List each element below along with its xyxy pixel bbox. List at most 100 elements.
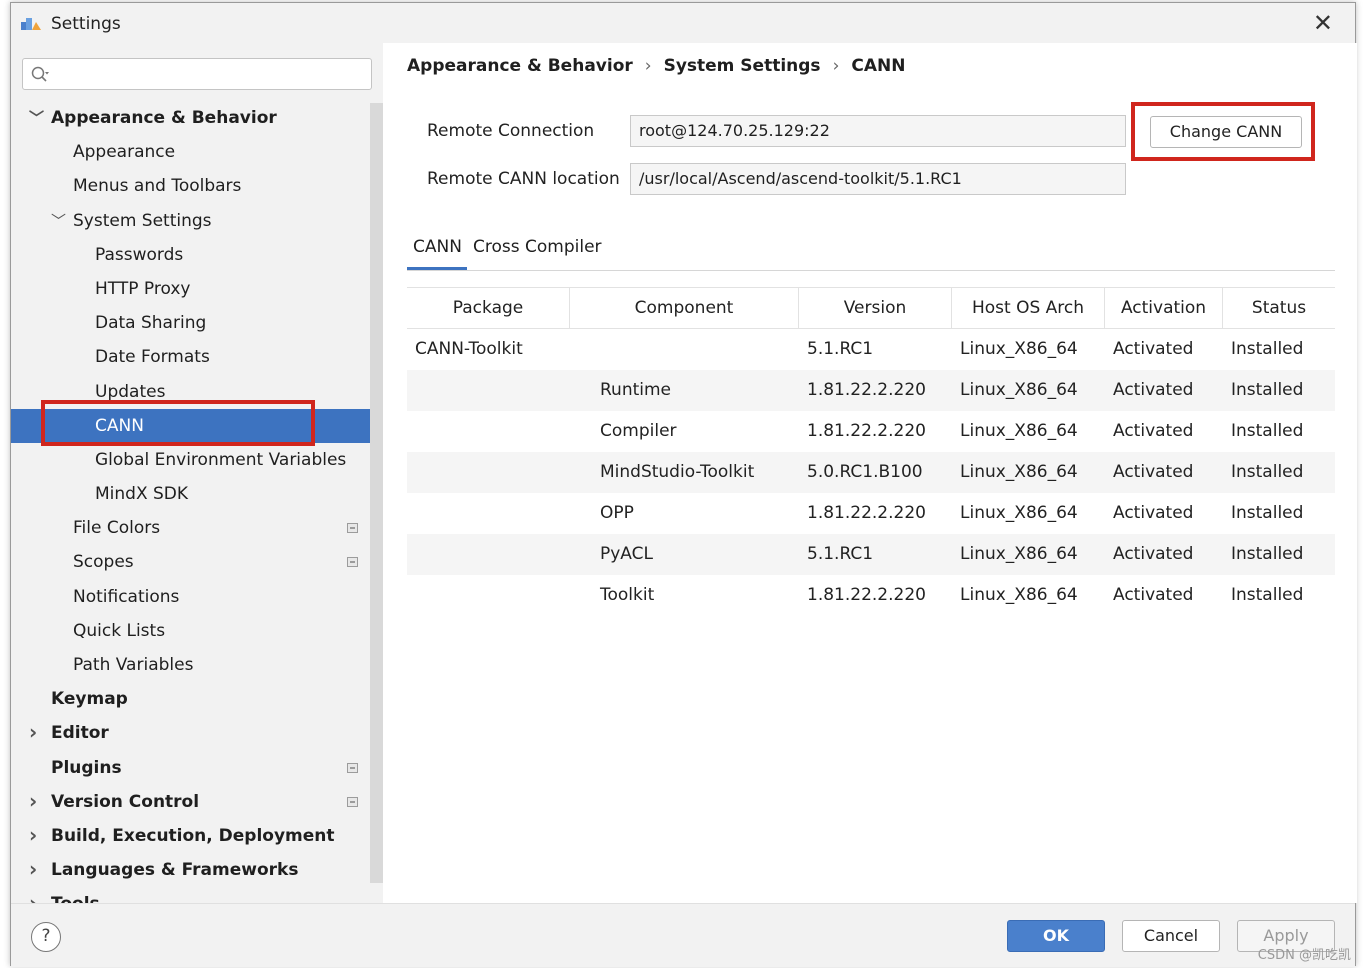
sidebar-item-plugins[interactable]: Plugins	[11, 751, 369, 785]
sidebar-item-mindx-sdk[interactable]: MindX SDK	[11, 477, 369, 511]
breadcrumb-separator: ›	[644, 56, 652, 76]
column-header[interactable]: Package	[407, 288, 570, 328]
table-row[interactable]: PyACL 5.1.RC1 Linux_X86_64 Activated Install…	[407, 534, 1335, 575]
chevron-right-icon[interactable]: ›	[29, 852, 37, 886]
window-title: Settings	[51, 14, 121, 34]
sidebar-item-label: Notifications	[73, 586, 180, 607]
sidebar-item-label: Updates	[95, 381, 166, 402]
sidebar-item-languages-frameworks[interactable]: › Languages & Frameworks	[11, 853, 369, 887]
sidebar-item-notifications[interactable]: Notifications	[11, 580, 369, 614]
sidebar-item-label: CANN	[95, 415, 144, 436]
chevron-right-icon[interactable]: ›	[29, 715, 37, 749]
remote-cann-location-field[interactable]: /usr/local/Ascend/ascend-toolkit/5.1.RC1	[630, 163, 1126, 195]
settings-sidebar: ﹀ Appearance & Behavior Appearance Menus an…	[11, 43, 383, 903]
search-input[interactable]	[55, 63, 365, 85]
sidebar-item-data-sharing[interactable]: Data Sharing	[11, 306, 369, 340]
sidebar-item-appearance-behavior[interactable]: ﹀ Appearance & Behavior	[11, 101, 369, 135]
table-row[interactable]: OPP 1.81.22.2.220 Linux_X86_64 Activated Ins…	[407, 493, 1335, 534]
breadcrumb-item[interactable]: System Settings	[664, 56, 821, 76]
sidebar-item-scopes[interactable]: Scopes	[11, 545, 369, 579]
sidebar-item-label: Editor	[51, 723, 109, 744]
sidebar-item-label: Appearance	[73, 142, 176, 163]
table-cell: Activated	[1113, 339, 1194, 359]
help-icon[interactable]: ?	[31, 922, 61, 952]
table-cell: Installed	[1231, 380, 1304, 400]
app-icon	[21, 18, 41, 30]
package-table: Package Component Version Host OS Arch Activ…	[407, 287, 1335, 616]
sidebar-item-http-proxy[interactable]: HTTP Proxy	[11, 272, 369, 306]
table-cell: Activated	[1113, 585, 1194, 605]
sidebar-item-appearance[interactable]: Appearance	[11, 135, 369, 169]
sidebar-item-menus-and-toolbars[interactable]: Menus and Toolbars	[11, 169, 369, 203]
column-header[interactable]: Component	[570, 288, 799, 328]
table-cell: Linux_X86_64	[960, 380, 1078, 400]
search-box[interactable]	[22, 58, 372, 90]
sidebar-item-label: Passwords	[95, 244, 184, 265]
close-icon[interactable]: ✕	[1313, 11, 1333, 35]
tab-cross-compiler[interactable]: Cross Compiler	[473, 237, 602, 257]
table-cell: Toolkit	[600, 585, 655, 605]
chevron-down-icon[interactable]: ﹀	[51, 204, 66, 238]
table-cell: Installed	[1231, 421, 1304, 441]
table-cell: Linux_X86_64	[960, 585, 1078, 605]
column-header[interactable]: Version	[799, 288, 952, 328]
sidebar-item-label: Version Control	[51, 791, 200, 812]
change-cann-button[interactable]: Change CANN	[1150, 116, 1302, 148]
sidebar-item-quick-lists[interactable]: Quick Lists	[11, 614, 369, 648]
table-cell: Linux_X86_64	[960, 339, 1078, 359]
chevron-down-icon[interactable]: ﹀	[29, 101, 44, 135]
watermark: CSDN @凯吃凯	[1257, 948, 1351, 963]
table-cell: Linux_X86_64	[960, 462, 1078, 482]
table-cell: 1.81.22.2.220	[807, 585, 926, 605]
sidebar-item-label: Plugins	[51, 757, 122, 778]
title-bar: Settings ✕	[11, 3, 1355, 43]
settings-window: Settings ✕ ﹀ Appearance & Behavior Appeara…	[10, 2, 1357, 967]
sidebar-item-tools[interactable]: › Tools	[11, 887, 369, 903]
column-header[interactable]: Activation	[1105, 288, 1223, 328]
table-row[interactable]: MindStudio-Toolkit 5.0.RC1.B100 Linux_X86_…	[407, 452, 1335, 493]
sidebar-item-updates[interactable]: Updates	[11, 375, 369, 409]
table-row[interactable]: CANN-Toolkit 5.1.RC1 Linux_X86_64 Activated…	[407, 329, 1335, 370]
sidebar-item-file-colors[interactable]: File Colors	[11, 511, 369, 545]
sidebar-item-date-formats[interactable]: Date Formats	[11, 340, 369, 374]
chevron-right-icon[interactable]: ›	[29, 886, 37, 903]
sidebar-item-editor[interactable]: › Editor	[11, 716, 369, 750]
sidebar-scrollbar[interactable]	[370, 103, 383, 883]
tab-cann[interactable]: CANN	[413, 237, 462, 257]
table-cell: OPP	[600, 503, 634, 523]
table-body: CANN-Toolkit 5.1.RC1 Linux_X86_64 Activated…	[407, 329, 1335, 616]
column-header[interactable]: Status	[1223, 288, 1335, 328]
table-cell: Installed	[1231, 462, 1304, 482]
table-row[interactable]: Toolkit 1.81.22.2.220 Linux_X86_64 Activate…	[407, 575, 1335, 616]
table-row[interactable]: Compiler 1.81.22.2.220 Linux_X86_64 Activat…	[407, 411, 1335, 452]
remote-connection-field[interactable]: root@124.70.25.129:22	[630, 115, 1126, 147]
sidebar-item-label: MindX SDK	[95, 484, 189, 505]
sidebar-item-global-environment-variables[interactable]: Global Environment Variables	[11, 443, 369, 477]
breadcrumb-item[interactable]: Appearance & Behavior	[407, 56, 633, 76]
sidebar-item-label: Date Formats	[95, 347, 210, 368]
chevron-right-icon[interactable]: ›	[29, 818, 37, 852]
chevron-right-icon[interactable]: ›	[29, 784, 37, 818]
sidebar-item-build-execution-deployment[interactable]: › Build, Execution, Deployment	[11, 819, 369, 853]
table-cell: Activated	[1113, 462, 1194, 482]
sidebar-item-path-variables[interactable]: Path Variables	[11, 648, 369, 682]
table-cell: Installed	[1231, 585, 1304, 605]
sidebar-item-keymap[interactable]: Keymap	[11, 682, 369, 716]
table-cell: CANN-Toolkit	[415, 339, 523, 359]
sidebar-item-system-settings[interactable]: ﹀ System Settings	[11, 204, 369, 238]
table-cell: Installed	[1231, 544, 1304, 564]
sidebar-item-cann[interactable]: CANN	[11, 408, 383, 443]
table-cell: Installed	[1231, 339, 1304, 359]
sidebar-item-label: HTTP Proxy	[95, 278, 191, 299]
table-cell: 5.1.RC1	[807, 544, 874, 564]
sidebar-item-label: Quick Lists	[73, 620, 166, 641]
table-row[interactable]: Runtime 1.81.22.2.220 Linux_X86_64 Activate…	[407, 370, 1335, 411]
column-header[interactable]: Host OS Arch	[952, 288, 1105, 328]
breadcrumb: Appearance & Behavior › System Settings › CA…	[407, 56, 905, 76]
sidebar-item-passwords[interactable]: Passwords	[11, 238, 369, 272]
table-cell: Linux_X86_64	[960, 503, 1078, 523]
sidebar-item-version-control[interactable]: › Version Control	[11, 785, 369, 819]
table-header: Package Component Version Host OS Arch Activ…	[407, 287, 1335, 329]
ok-button[interactable]: OK	[1007, 920, 1105, 952]
cancel-button[interactable]: Cancel	[1122, 920, 1220, 952]
